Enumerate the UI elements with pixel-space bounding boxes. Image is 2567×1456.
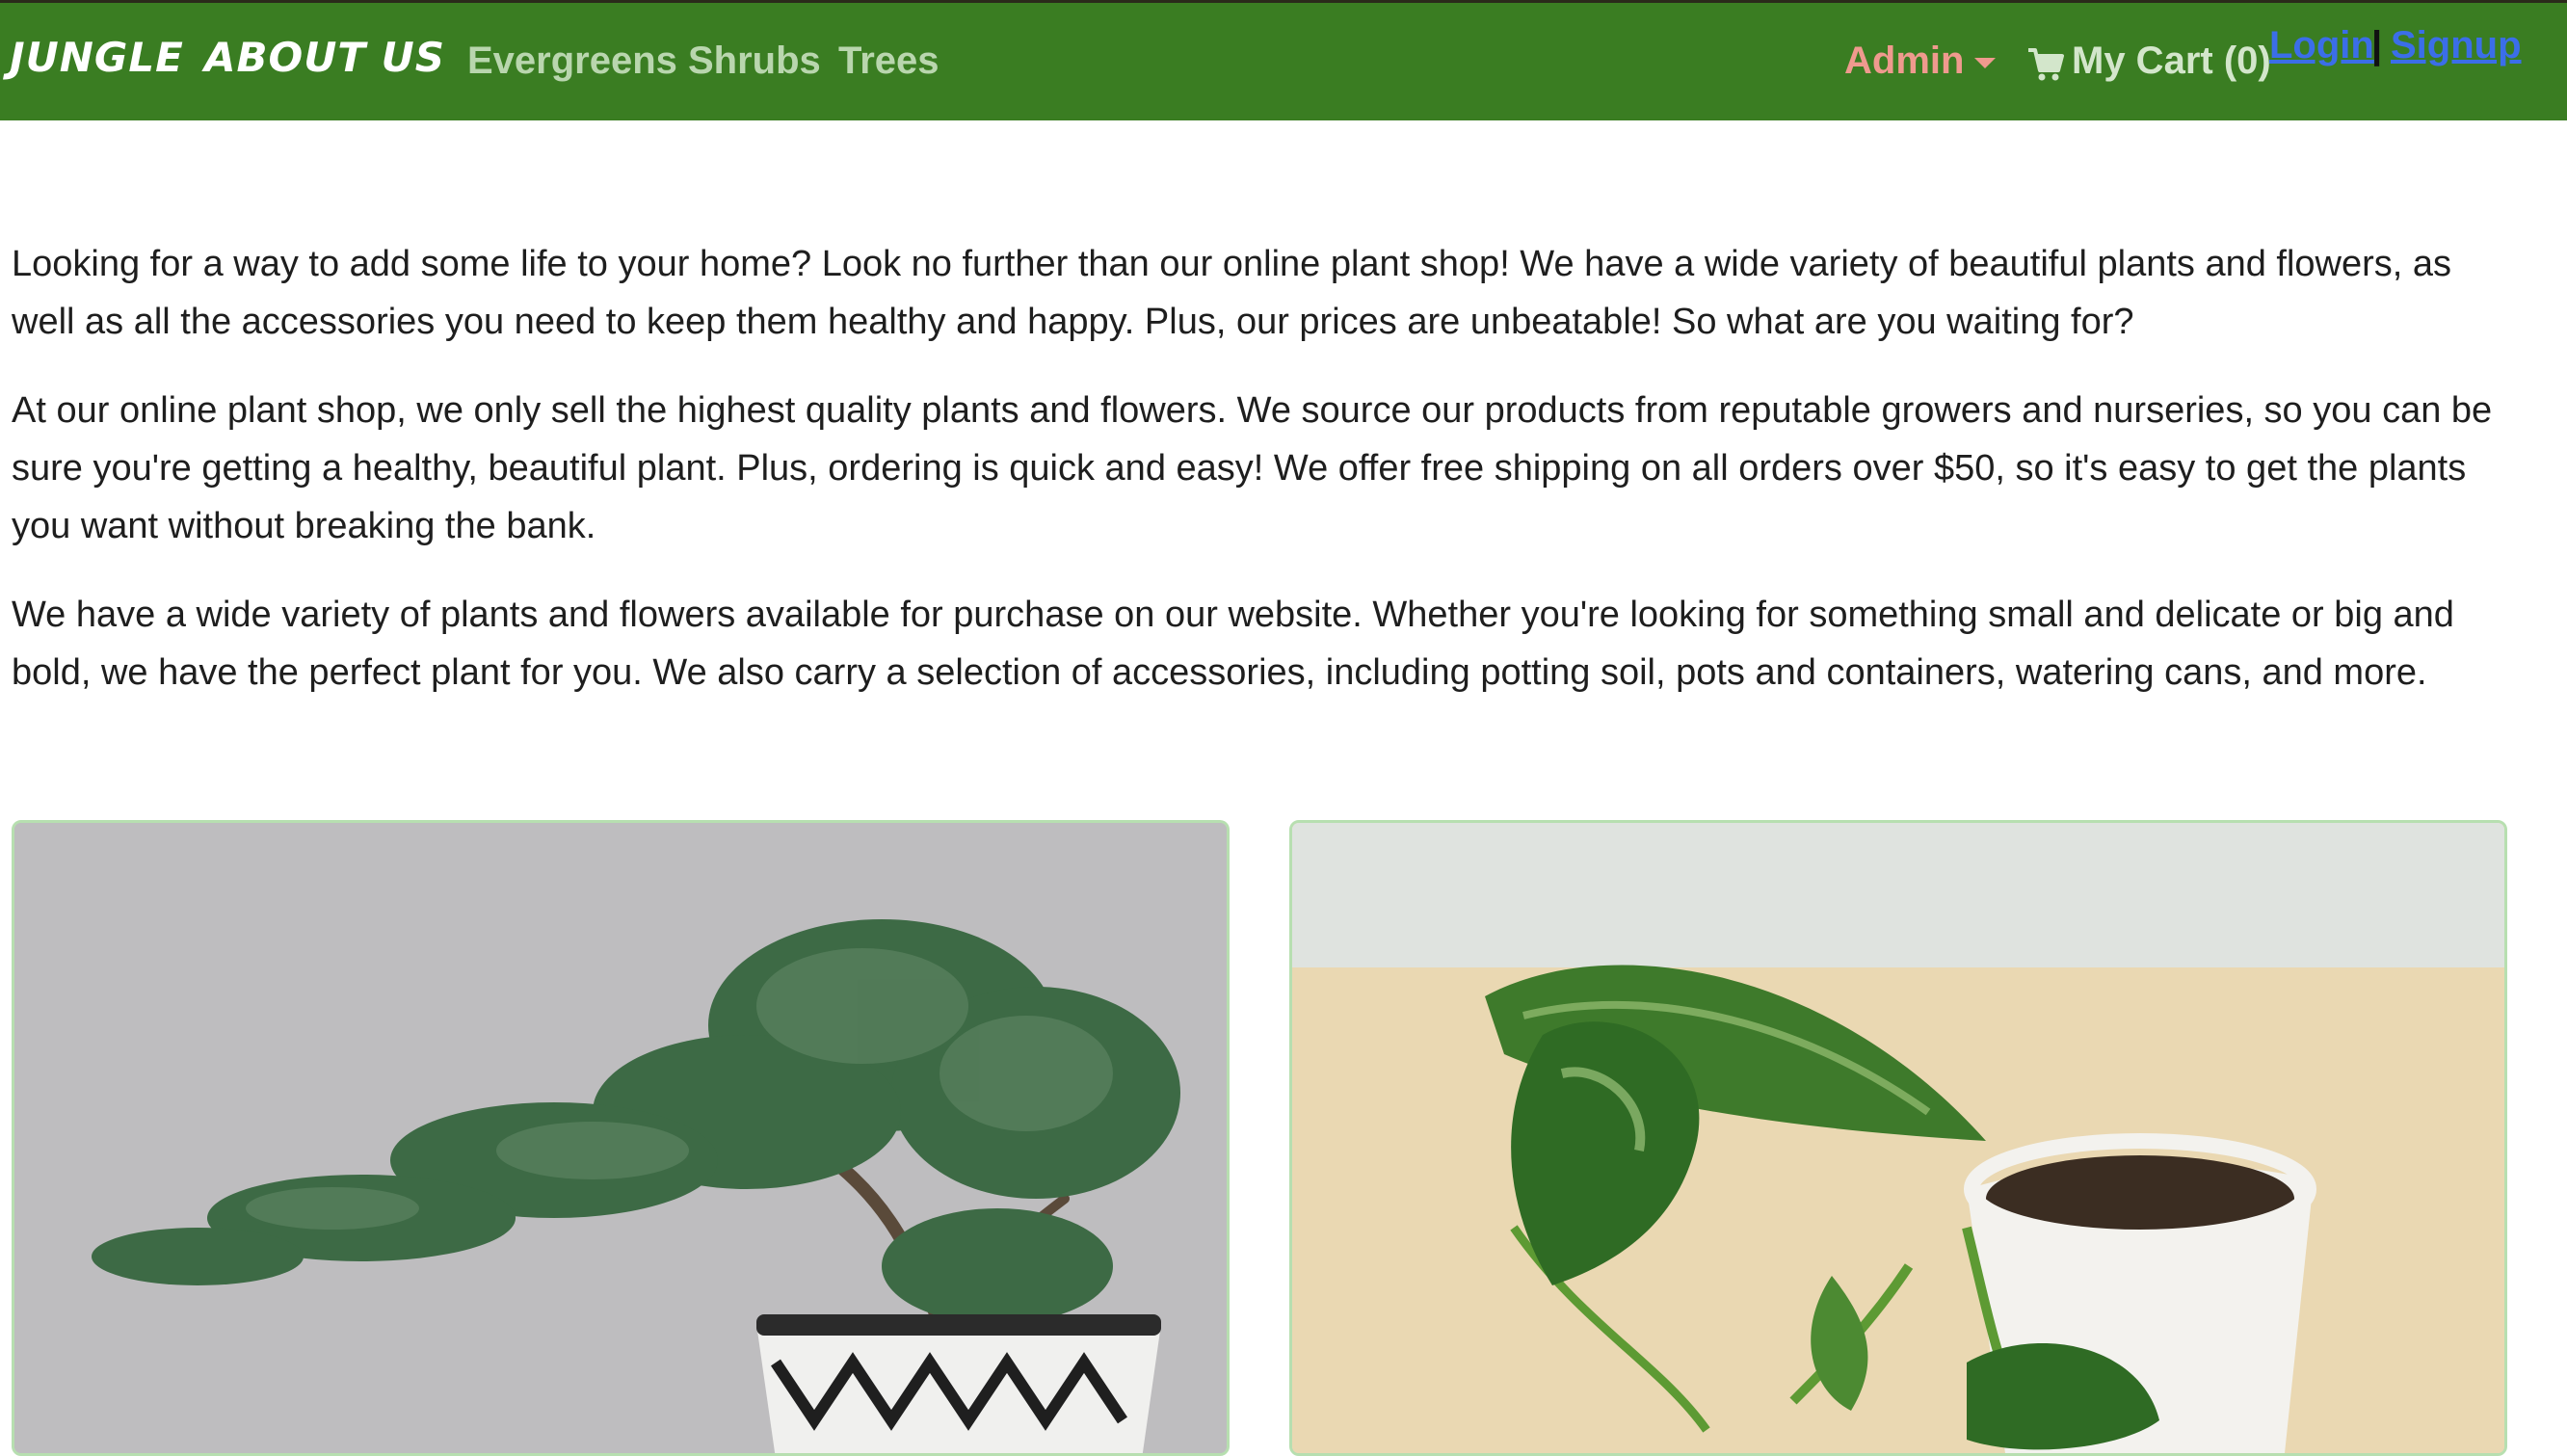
intro-paragraph: We have a wide variety of plants and flo… xyxy=(12,595,2454,693)
admin-dropdown[interactable]: Admin xyxy=(1844,40,1964,83)
intro-paragraph: At our online plant shop, we only sell t… xyxy=(12,390,2493,546)
signup-link[interactable]: Signup xyxy=(2391,24,2522,67)
my-cart-link[interactable]: My Cart (0) xyxy=(2072,40,2271,83)
caret-down-icon[interactable] xyxy=(1974,58,1996,68)
intro-text: Looking for a way to add some life to yo… xyxy=(12,235,2517,732)
nav-link-trees[interactable]: Trees xyxy=(838,40,939,83)
pothos-plant-image xyxy=(1292,823,2504,1453)
auth-separator: | xyxy=(2371,24,2383,66)
product-card-bonsai[interactable] xyxy=(12,820,1230,1456)
about-us-link[interactable]: ABOUT US xyxy=(204,34,445,81)
login-link[interactable]: Login xyxy=(2269,24,2374,67)
product-card-pothos[interactable] xyxy=(1289,820,2507,1456)
bonsai-plant-image xyxy=(14,823,1227,1453)
brand-logo-link[interactable]: JUNGLE xyxy=(10,34,184,81)
intro-paragraph: Looking for a way to add some life to yo… xyxy=(12,244,2452,342)
nav-link-evergreens[interactable]: Evergreens xyxy=(467,40,677,83)
top-navbar: JUNGLE ABOUT US Evergreens Shrubs Trees … xyxy=(0,0,2567,120)
shopping-cart-icon[interactable] xyxy=(2027,47,2064,82)
nav-link-shrubs[interactable]: Shrubs xyxy=(688,40,821,83)
